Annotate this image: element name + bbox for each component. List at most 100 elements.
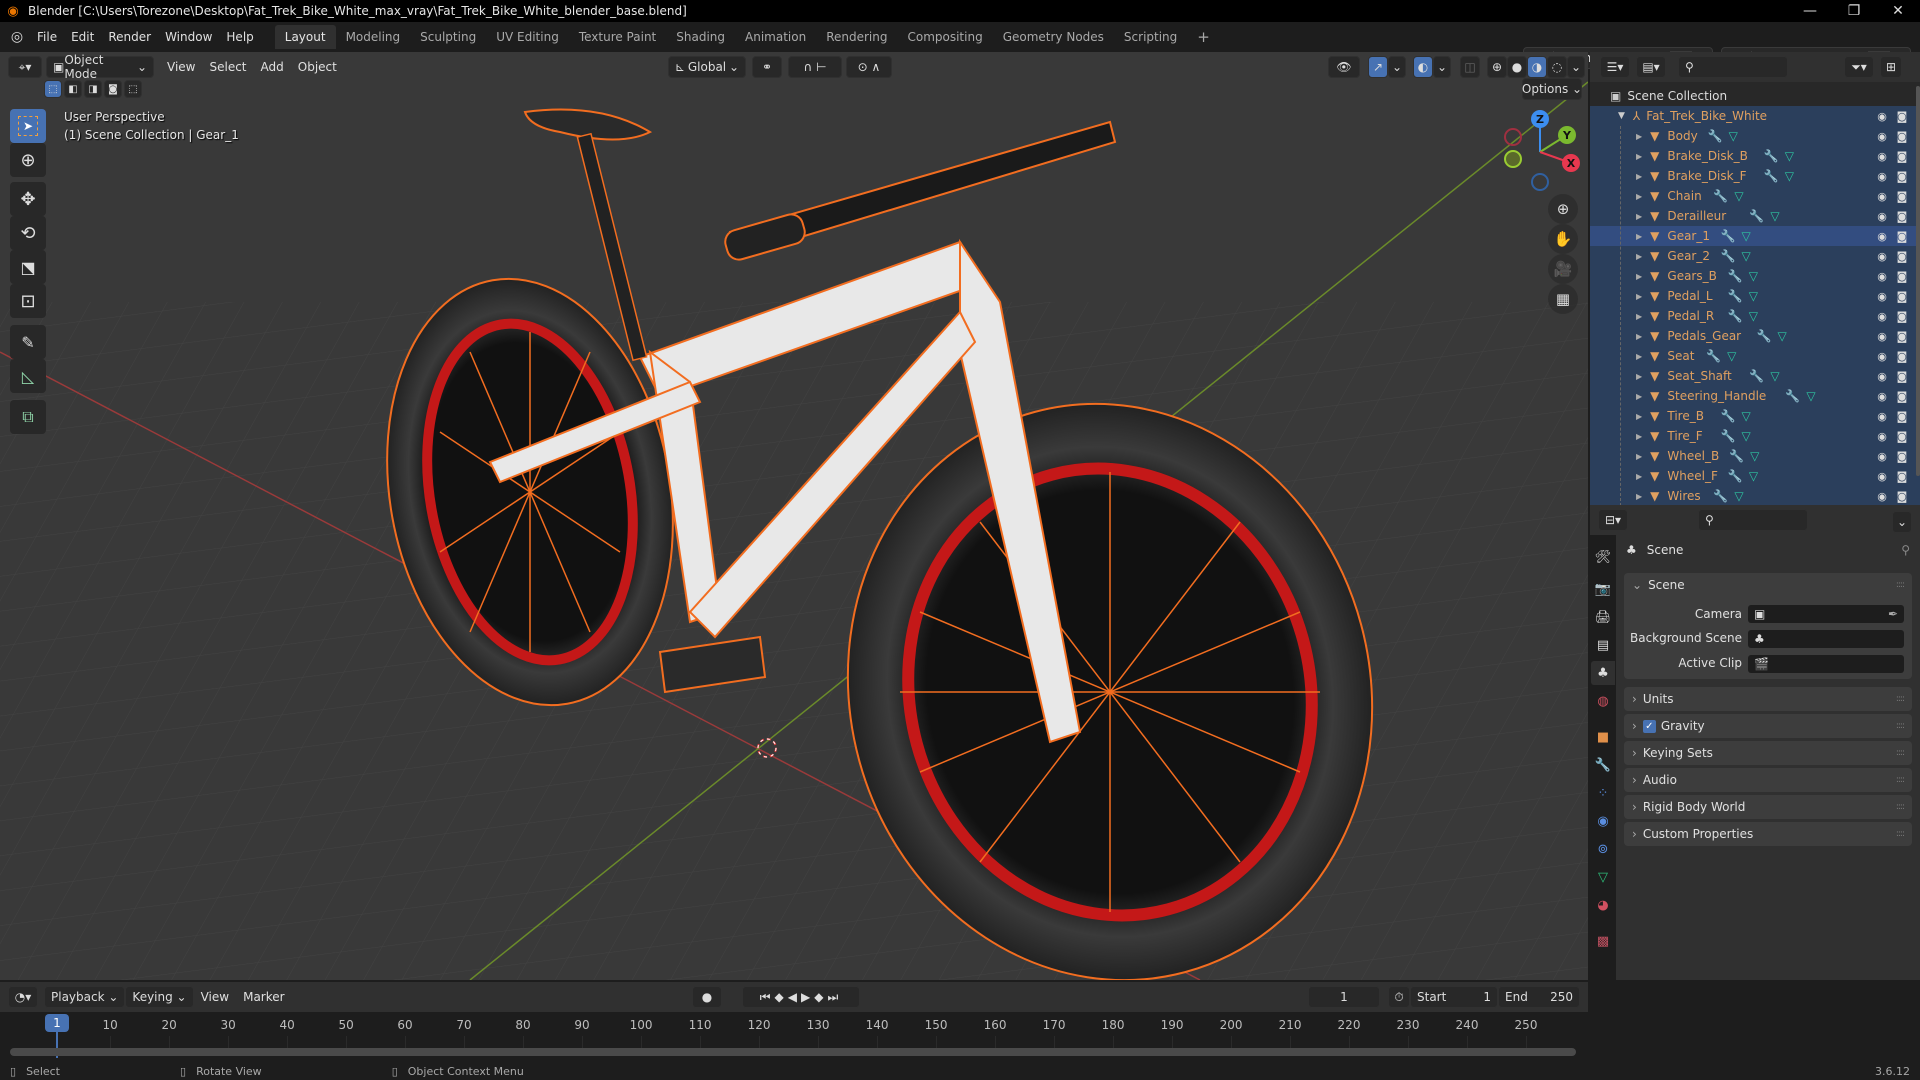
render-camera-icon[interactable]: ◙	[1894, 248, 1910, 264]
snap-button[interactable]: ∩ ⊢	[788, 56, 842, 78]
mesh-data-icon[interactable]: ▽	[1770, 369, 1779, 383]
mesh-data-icon[interactable]: ▽	[1742, 229, 1751, 243]
add-workspace-button[interactable]: +	[1187, 25, 1220, 49]
modifier-wrench-icon[interactable]: 🔧	[1706, 349, 1721, 363]
outliner-object-row[interactable]: ▶ ▼ Wheel_F 🔧 ▽ ◉ ◙	[1590, 466, 1920, 486]
playhead-frame[interactable]: 1	[45, 1014, 69, 1032]
mesh-data-icon[interactable]: ▽	[1749, 269, 1758, 283]
modifier-wrench-icon[interactable]: 🔧	[1721, 229, 1736, 243]
collapsed-panel[interactable]: › Custom Properties::::	[1624, 822, 1912, 846]
render-camera-icon[interactable]: ◙	[1894, 308, 1910, 324]
outliner-object-row[interactable]: ▶ ▼ Tire_F 🔧 ▽ ◉ ◙	[1590, 426, 1920, 446]
add-cube-tool[interactable]: ⧉	[10, 400, 46, 434]
proportional-editing-button[interactable]: ⊙ ∧	[846, 56, 892, 78]
outliner-object-row[interactable]: ▶ ▼ Wires 🔧 ▽ ◉ ◙	[1590, 486, 1920, 506]
expand-arrow-icon[interactable]: ▶	[1636, 332, 1642, 341]
mesh-data-icon[interactable]: ▽	[1734, 489, 1743, 503]
outliner-collection-row[interactable]: ▼ ⅄ Fat_Trek_Bike_White ◉ ◙	[1590, 106, 1920, 126]
render-camera-icon[interactable]: ◙	[1894, 448, 1910, 464]
world-tab-icon[interactable]: ◍	[1591, 689, 1615, 713]
visibility-eye-icon[interactable]: ◉	[1874, 128, 1890, 144]
render-camera-icon[interactable]: ◙	[1894, 128, 1910, 144]
workspace-tab-texture-paint[interactable]: Texture Paint	[569, 25, 666, 49]
viewport-menu-add[interactable]: Add	[254, 60, 291, 74]
expand-arrow-icon[interactable]: ▶	[1636, 132, 1642, 141]
visibility-eye-icon[interactable]: ◉	[1874, 328, 1890, 344]
solid-shading-button[interactable]: ●	[1507, 56, 1527, 78]
outliner-object-row[interactable]: ▶ ▼ Chain 🔧 ▽ ◉ ◙	[1590, 186, 1920, 206]
output-tab-icon[interactable]: 🖨	[1591, 605, 1615, 629]
navigation-gizmo[interactable]: Z Y X	[1495, 107, 1585, 197]
eyedropper-icon[interactable]: ✒	[1888, 607, 1898, 621]
visibility-eye-icon[interactable]: ◉	[1874, 228, 1890, 244]
render-camera-icon[interactable]: ◙	[1894, 388, 1910, 404]
mesh-data-icon[interactable]: ▽	[1742, 409, 1751, 423]
modifier-wrench-icon[interactable]: 🔧	[1728, 469, 1743, 483]
mesh-data-icon[interactable]: ▽	[1785, 149, 1794, 163]
render-camera-icon[interactable]: ◙	[1894, 108, 1910, 124]
workspace-tab-rendering[interactable]: Rendering	[816, 25, 897, 49]
workspace-tab-animation[interactable]: Animation	[735, 25, 816, 49]
workspace-tab-shading[interactable]: Shading	[666, 25, 735, 49]
expand-arrow-icon[interactable]: ▶	[1636, 312, 1642, 321]
toggle-perspective-button[interactable]: ▦	[1548, 284, 1578, 314]
workspace-tab-geometry-nodes[interactable]: Geometry Nodes	[993, 25, 1114, 49]
workspace-tab-compositing[interactable]: Compositing	[897, 25, 992, 49]
menu-window[interactable]: Window	[158, 26, 219, 48]
select-intersect-icon[interactable]: ⬚	[124, 80, 142, 98]
expand-arrow-icon[interactable]: ▶	[1636, 272, 1642, 281]
expand-arrow-icon[interactable]: ▶	[1636, 392, 1642, 401]
modifier-wrench-icon[interactable]: 🔧	[1728, 269, 1743, 283]
workspace-tab-sculpting[interactable]: Sculpting	[410, 25, 486, 49]
mesh-data-icon[interactable]: ▽	[1750, 449, 1759, 463]
workspace-tab-scripting[interactable]: Scripting	[1114, 25, 1187, 49]
selectability-visibility-button[interactable]: 👁	[1328, 56, 1360, 78]
visibility-eye-icon[interactable]: ◉	[1874, 268, 1890, 284]
menu-render[interactable]: Render	[101, 26, 158, 48]
physics-tab-icon[interactable]: ◉	[1591, 809, 1615, 833]
mesh-data-icon[interactable]: ▽	[1806, 389, 1815, 403]
material-preview-shading-button[interactable]: ◑	[1527, 56, 1547, 78]
annotate-tool[interactable]: ✎	[10, 325, 46, 359]
render-camera-icon[interactable]: ◙	[1894, 208, 1910, 224]
measure-tool[interactable]: ◺	[10, 359, 46, 393]
render-camera-icon[interactable]: ◙	[1894, 268, 1910, 284]
visibility-eye-icon[interactable]: ◉	[1874, 468, 1890, 484]
blender-menu-icon[interactable]: ◎	[4, 29, 30, 45]
modifier-wrench-icon[interactable]: 🔧	[1749, 209, 1764, 223]
outliner-object-row[interactable]: ▶ ▼ Brake_Disk_F 🔧 ▽ ◉ ◙	[1590, 166, 1920, 186]
viewport-menu-view[interactable]: View	[160, 60, 202, 74]
active-clip-field[interactable]: 🎬	[1748, 655, 1904, 673]
menu-help[interactable]: Help	[219, 26, 260, 48]
pan-view-button[interactable]: ✋	[1548, 224, 1578, 254]
particles-tab-icon[interactable]: ⁘	[1591, 781, 1615, 805]
modifier-wrench-icon[interactable]: 🔧	[1721, 249, 1736, 263]
visibility-eye-icon[interactable]: ◉	[1874, 248, 1890, 264]
scene-tab-icon[interactable]: ♣	[1591, 661, 1615, 685]
outliner-object-row[interactable]: ▶ ▼ Wheel_B 🔧 ▽ ◉ ◙	[1590, 446, 1920, 466]
mesh-data-icon[interactable]: ▽	[1770, 209, 1779, 223]
visibility-eye-icon[interactable]: ◉	[1874, 168, 1890, 184]
select-subtract-icon[interactable]: ◨	[84, 80, 102, 98]
mode-dropdown[interactable]: ▣ Object Mode ⌄	[46, 53, 154, 81]
editor-type-button[interactable]: ⌖▾	[8, 56, 42, 78]
constraints-tab-icon[interactable]: ⊚	[1591, 837, 1615, 861]
outliner-scene-collection[interactable]: ▣ Scene Collection	[1590, 86, 1920, 106]
viewport-menu-select[interactable]: Select	[202, 60, 253, 74]
data-tab-icon[interactable]: ▽	[1591, 865, 1615, 889]
restore-button[interactable]: ❐	[1832, 0, 1876, 22]
render-camera-icon[interactable]: ◙	[1894, 228, 1910, 244]
render-camera-icon[interactable]: ◙	[1894, 428, 1910, 444]
modifier-wrench-icon[interactable]: 🔧	[1785, 389, 1800, 403]
expand-arrow-icon[interactable]: ▶	[1636, 492, 1642, 501]
timeline-scrollbar[interactable]	[10, 1048, 1576, 1056]
mesh-data-icon[interactable]: ▽	[1729, 129, 1738, 143]
outliner-object-row[interactable]: ▶ ▼ Gears_B 🔧 ▽ ◉ ◙	[1590, 266, 1920, 286]
render-camera-icon[interactable]: ◙	[1894, 348, 1910, 364]
expand-arrow-icon[interactable]: ▶	[1636, 192, 1642, 201]
render-camera-icon[interactable]: ◙	[1894, 328, 1910, 344]
render-camera-icon[interactable]: ◙	[1894, 188, 1910, 204]
modifier-wrench-icon[interactable]: 🔧	[1757, 329, 1772, 343]
outliner-object-row[interactable]: ▶ ▼ Pedals_Gear 🔧 ▽ ◉ ◙	[1590, 326, 1920, 346]
properties-search-input[interactable]: ⚲	[1698, 509, 1808, 531]
